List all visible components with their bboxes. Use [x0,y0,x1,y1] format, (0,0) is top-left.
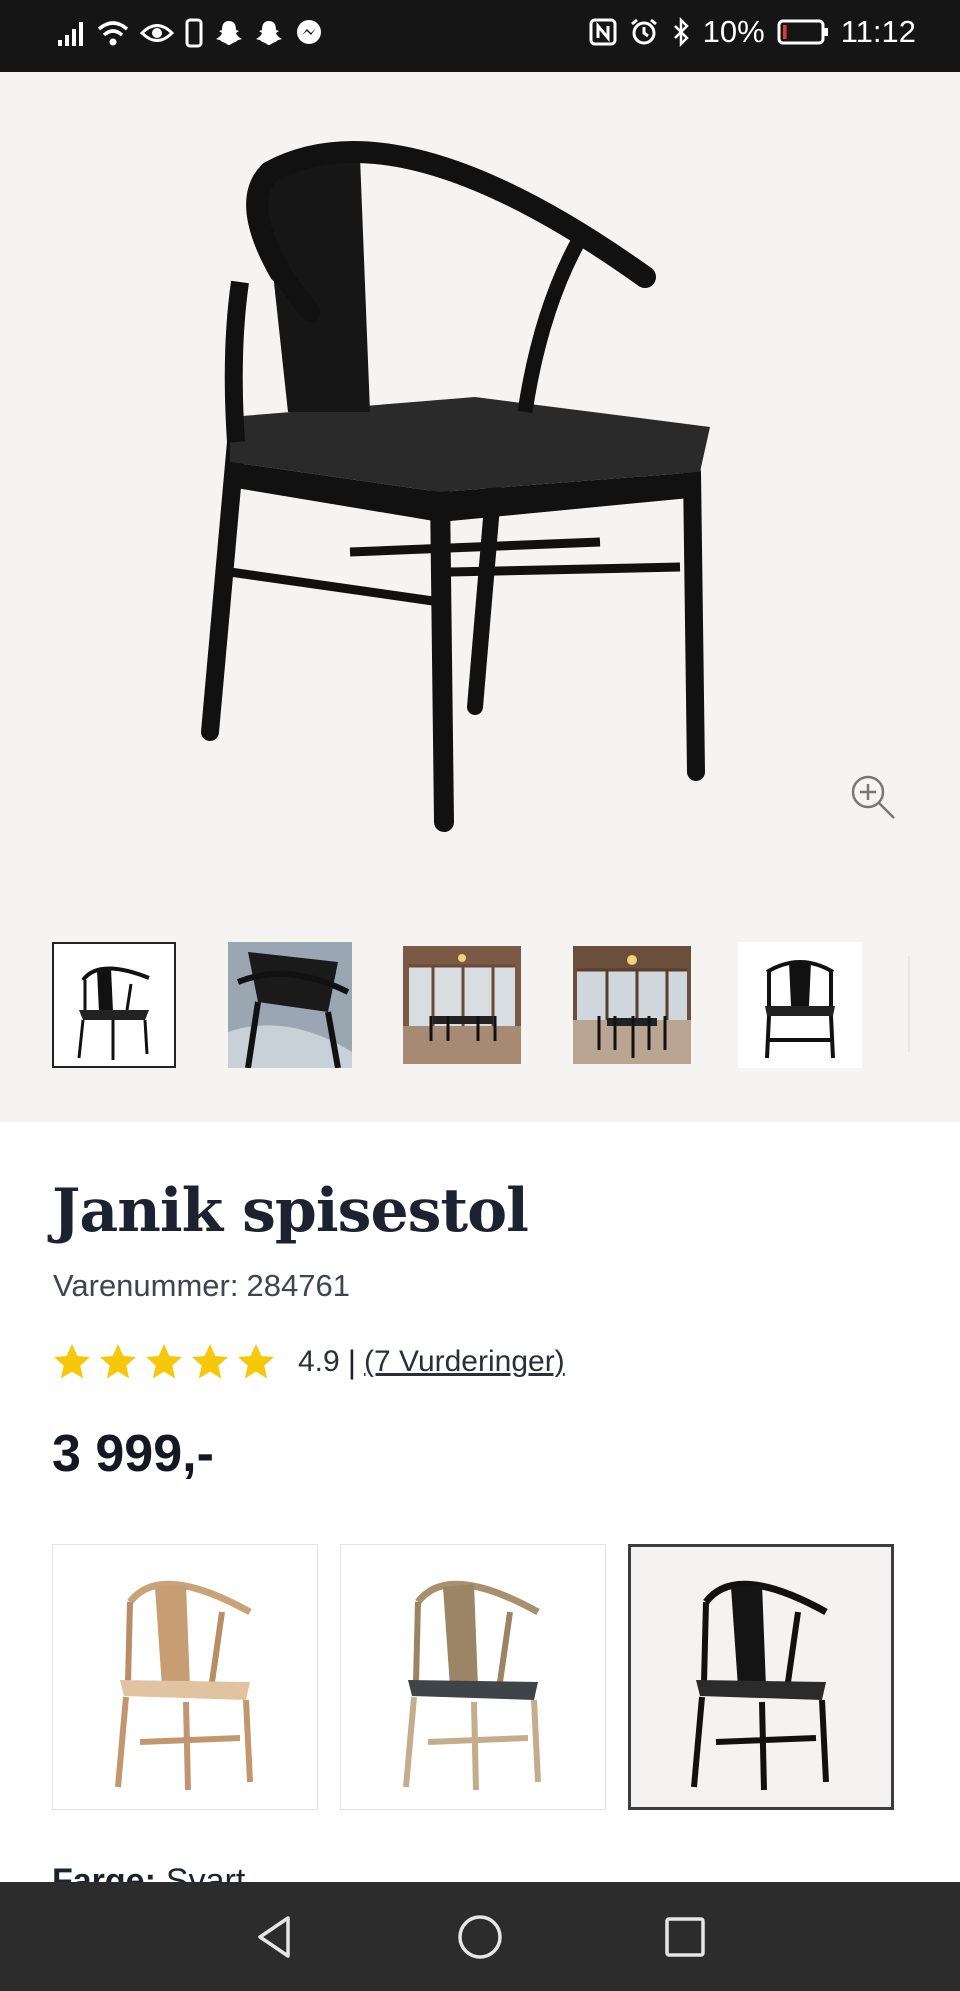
bluetooth-icon [671,17,691,47]
status-bar: 10% 11:12 [0,0,960,72]
star-icon [238,1344,274,1379]
thumbnail-dining-room[interactable] [400,942,524,1068]
snapchat-icon [214,18,244,48]
star-icon [100,1344,136,1379]
home-icon[interactable] [455,1912,505,1962]
status-left-icons [56,18,324,48]
star-icon [192,1344,228,1379]
eye-icon [140,18,174,48]
thumbnail-strip [0,942,960,1072]
thumbnail-next-peek [908,956,910,1052]
nfc-icon [589,17,617,47]
messenger-icon [294,18,324,48]
sku-value: 284761 [246,1268,350,1303]
battery-icon [777,17,829,47]
wifi-icon [96,18,130,48]
reviews-link[interactable]: (7 Vurderinger) [364,1345,565,1379]
battery-percent: 10% [702,14,765,49]
thumbnail-chair-front[interactable] [52,942,176,1068]
rating-separator: | [347,1343,357,1380]
android-nav-bar [0,1882,960,1991]
recents-icon[interactable] [660,1912,710,1962]
back-icon[interactable] [250,1912,300,1962]
sku-line: Varenummer: 284761 [53,1268,350,1304]
product-title: Janik spisestol [52,1176,529,1246]
product-price: 3 999,- [52,1425,214,1483]
thumbnail-dining-room-sea-view[interactable] [570,942,694,1068]
thumbnail-chair-front-white[interactable] [738,942,862,1068]
alarm-icon [629,17,659,47]
phone-icon [184,18,204,48]
zoom-in-icon[interactable] [848,772,900,824]
sku-label: Varenummer: [53,1268,239,1303]
variant-selector [52,1544,912,1810]
signal-icon [56,18,86,48]
thumbnail-chair-detail[interactable] [228,942,352,1068]
variant-natural-oak[interactable] [52,1544,318,1810]
variant-oak-grey-seat[interactable] [340,1544,606,1810]
star-rating [52,1342,276,1382]
variant-black[interactable] [628,1544,894,1810]
product-gallery [0,72,960,1122]
star-icon [146,1344,182,1379]
clock: 11:12 [840,14,916,49]
battery-fill [782,25,787,39]
rating-value: 4.9 [298,1345,340,1378]
status-right: 10% 11:12 [589,14,916,50]
rating-row: 4.9 | (7 Vurderinger) [52,1338,565,1386]
main-product-image[interactable] [200,112,720,847]
star-icon [54,1344,90,1379]
snapchat-icon [254,18,284,48]
